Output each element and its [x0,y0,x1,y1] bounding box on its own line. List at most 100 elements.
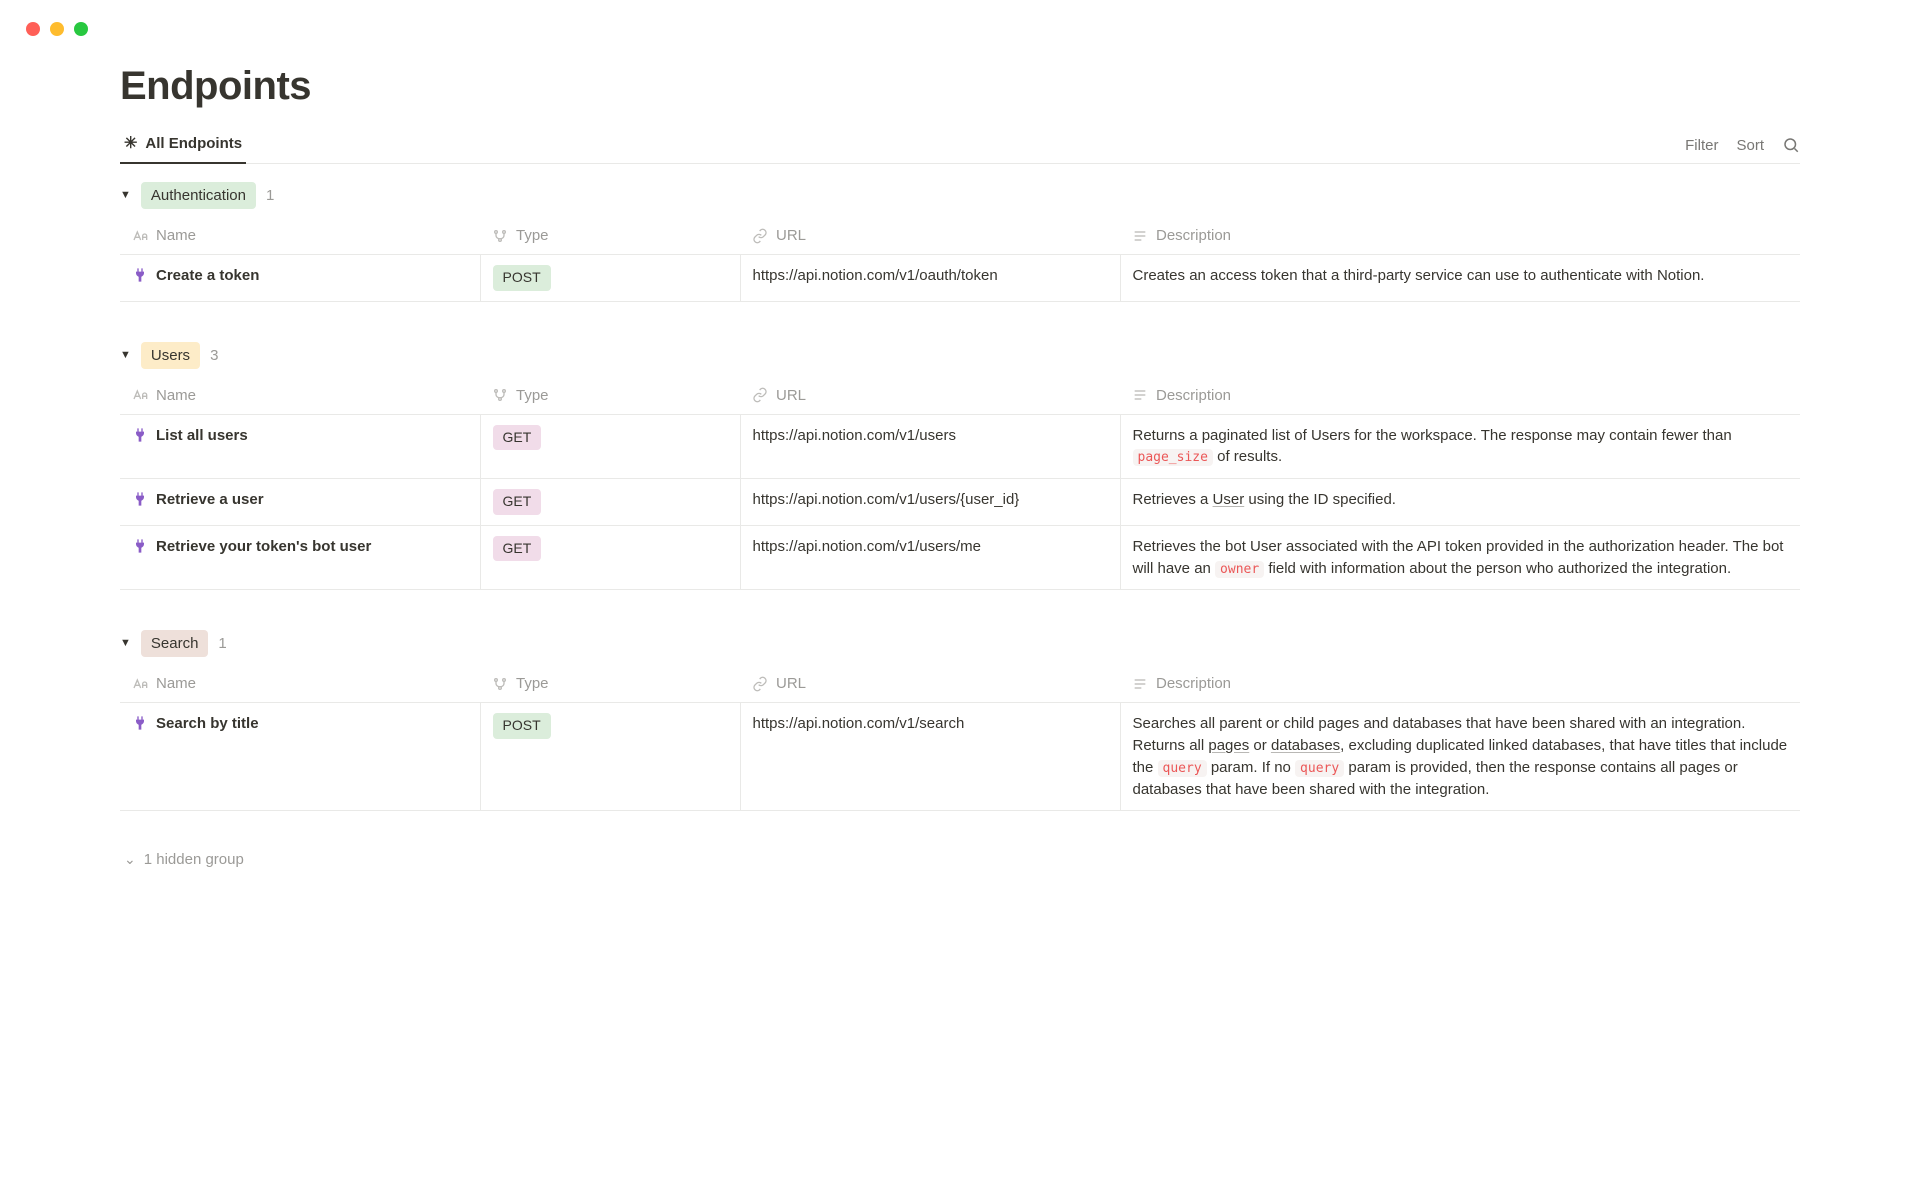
minimize-window-button[interactable] [50,22,64,36]
col-type[interactable]: Type [480,377,740,415]
group-tag: Search [141,630,209,657]
close-window-button[interactable] [26,22,40,36]
chevron-down-icon: ⌄ [124,851,136,868]
plug-icon [132,538,148,554]
tab-all-endpoints[interactable]: ✳ All Endpoints [120,127,246,164]
code-chip: owner [1215,561,1264,578]
search-icon[interactable] [1782,136,1800,154]
window-controls[interactable] [0,0,1920,36]
col-name[interactable]: Name [120,217,480,255]
col-url[interactable]: URL [740,217,1120,255]
cell-name[interactable]: Create a token [120,255,480,302]
col-url[interactable]: URL [740,377,1120,415]
cell-url: https://api.notion.com/v1/users [740,414,1120,479]
tab-label: All Endpoints [145,135,242,152]
inline-link[interactable]: pages [1208,737,1249,754]
cell-name[interactable]: List all users [120,414,480,479]
method-pill: POST [493,265,551,291]
cell-url: https://api.notion.com/v1/search [740,703,1120,811]
col-name-label: Name [156,387,196,404]
asterisk-icon: ✳ [124,136,137,152]
col-url-icon [752,676,768,692]
group-count: 1 [218,635,226,652]
group-header[interactable]: ▼Authentication1 [120,182,1800,209]
page-title: Endpoints [120,64,1800,109]
code-chip: query [1295,760,1344,777]
col-url-icon [752,228,768,244]
col-name-icon [132,228,148,244]
cell-description: Creates an access token that a third-par… [1120,255,1800,302]
col-name[interactable]: Name [120,377,480,415]
endpoint-table: Name Type URL Description List all users GET h… [120,377,1800,591]
table-row[interactable]: List all users GET https://api.notion.com/… [120,414,1800,479]
row-title: Create a token [156,265,259,287]
col-type[interactable]: Type [480,217,740,255]
inline-link[interactable]: User [1213,491,1245,508]
table-row[interactable]: Search by title POSThttps://api.notion.co… [120,703,1800,811]
col-url-icon [752,387,768,403]
plug-icon [132,267,148,283]
col-description-icon [1132,676,1148,692]
cell-url: https://api.notion.com/v1/oauth/token [740,255,1120,302]
method-pill: GET [493,425,542,451]
plug-icon [132,491,148,507]
cell-name[interactable]: Retrieve your token's bot user [120,525,480,590]
table-row[interactable]: Create a token POST https://api.notion.com… [120,255,1800,302]
col-url-label: URL [776,387,806,404]
method-pill: GET [493,536,542,562]
group-count: 3 [210,347,218,364]
sort-button[interactable]: Sort [1736,137,1764,154]
col-type-label: Type [516,387,549,404]
col-description[interactable]: Description [1120,377,1800,415]
col-type-icon [492,228,508,244]
row-title: List all users [156,425,248,447]
caret-down-icon[interactable]: ▼ [120,638,131,649]
col-description-label: Description [1156,387,1231,404]
inline-link[interactable]: databases [1271,737,1340,754]
group-tag: Users [141,342,200,369]
group: ▼ Users 3 Name Type URL Description List all us… [120,342,1800,591]
col-type-icon [492,676,508,692]
hidden-group-toggle[interactable]: ⌄ 1 hidden group [120,851,1800,868]
endpoint-table: Name Type URL Description Create a token POST… [120,217,1800,302]
col-type-icon [492,387,508,403]
col-type[interactable]: Type [480,665,740,703]
col-description[interactable]: Description [1120,217,1800,255]
view-tabs: ✳ All Endpoints Filter Sort [120,127,1800,164]
col-name-label: Name [156,227,196,244]
row-title: Retrieve your token's bot user [156,536,371,558]
cell-name[interactable]: Search by title [120,703,480,811]
group-tag: Authentication [141,182,256,209]
col-description[interactable]: Description [1120,665,1800,703]
col-type-label: Type [516,227,549,244]
maximize-window-button[interactable] [74,22,88,36]
cell-type: POST [480,703,740,811]
plug-icon [132,715,148,731]
plug-icon [132,427,148,443]
cell-type: GET [480,525,740,590]
table-row[interactable]: Retrieve your token's bot userGEThttps:/… [120,525,1800,590]
group-header[interactable]: ▼ Users 3 [120,342,1800,369]
col-url-label: URL [776,227,806,244]
caret-down-icon[interactable]: ▼ [120,190,131,201]
col-name-icon [132,676,148,692]
col-url-label: URL [776,675,806,692]
cell-name[interactable]: Retrieve a user [120,479,480,526]
method-pill: GET [493,489,542,515]
hidden-group-label: 1 hidden group [144,851,244,868]
code-chip: page_size [1133,449,1213,466]
group: ▼Search1NameTypeURLDescriptionSearch by … [120,630,1800,811]
row-title: Search by title [156,713,259,735]
group-header[interactable]: ▼ Search 1 [120,630,1800,657]
cell-type: GET [480,414,740,479]
cell-description: Returns a paginated list of Users for th… [1120,414,1800,479]
col-name[interactable]: Name [120,665,480,703]
filter-button[interactable]: Filter [1685,137,1718,154]
cell-description: Retrieves a User using the ID specified. [1120,479,1800,526]
col-type-label: Type [516,675,549,692]
col-url[interactable]: URL [740,665,1120,703]
code-chip: query [1158,760,1207,777]
caret-down-icon[interactable]: ▼ [120,350,131,361]
cell-type: POST [480,255,740,302]
table-row[interactable]: Retrieve a userGEThttps://api.notion.com… [120,479,1800,526]
